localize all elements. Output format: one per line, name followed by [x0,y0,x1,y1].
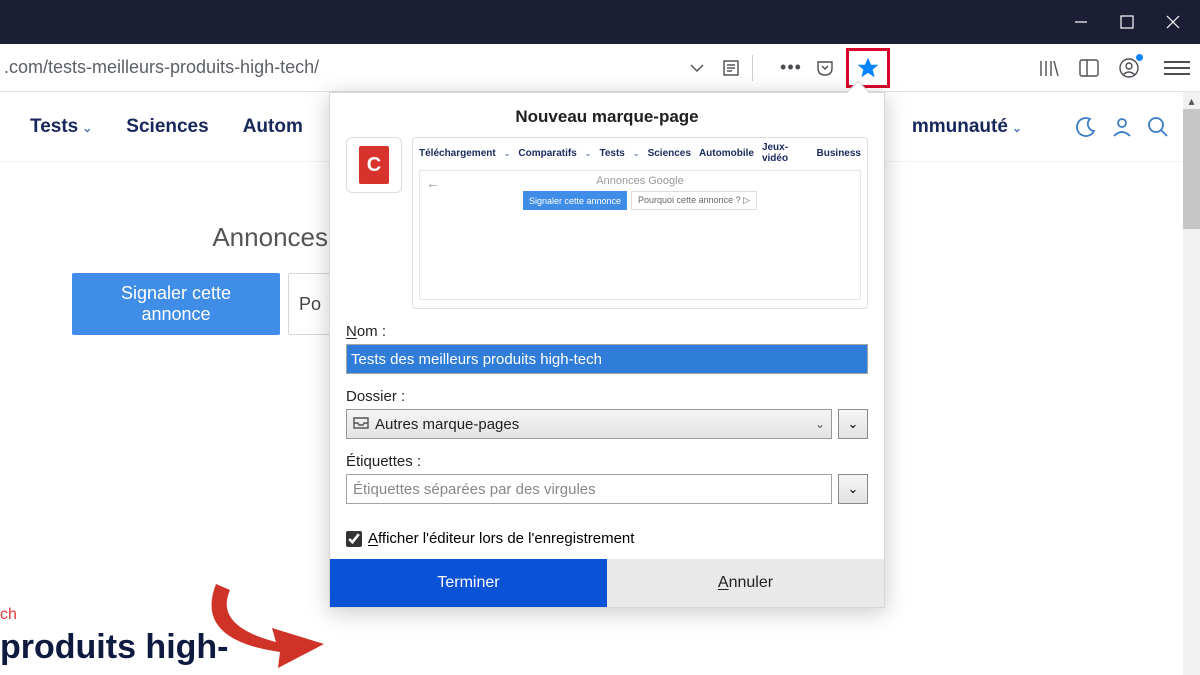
show-editor-checkbox[interactable] [346,531,362,547]
chevron-down-icon: ⌄ [815,417,825,431]
dark-mode-icon[interactable] [1074,115,1098,139]
back-arrow-icon: ← [426,175,440,191]
search-icon[interactable] [1146,115,1170,139]
inbox-icon [353,416,369,433]
why-ad-button[interactable]: Po [288,273,330,335]
menu-icon[interactable] [1164,55,1190,81]
done-button[interactable]: Terminer [330,559,607,607]
tags-expand-button[interactable]: ⌄ [838,474,868,504]
scrollbar-thumb[interactable] [1183,109,1200,229]
browser-toolbar: .com/tests-meilleurs-produits-high-tech/… [0,44,1200,92]
report-ad-button[interactable]: Signaler cette annonce [72,273,280,335]
chevron-down-icon: ⌄ [82,121,92,135]
bookmark-folder-select[interactable]: Autres marque-pages ⌄ [346,409,832,439]
preview-report-ad: Signaler cette annonce [523,191,627,210]
show-editor-label: Afficher l'éditeur lors de l'enregistrem… [368,530,634,547]
scroll-up-arrow[interactable]: ▴ [1183,92,1200,109]
user-icon[interactable] [1110,115,1134,139]
account-icon[interactable] [1116,55,1142,81]
library-icon[interactable] [1036,55,1062,81]
bookmark-tags-label: Étiquettes : [346,453,868,470]
page-preview: Téléchargement⌄ Comparatifs⌄ Tests⌄ Scie… [412,137,868,309]
article-category: ch [0,606,229,624]
reader-view-icon[interactable] [718,55,744,81]
preview-why-ad: Pourquoi cette annonce ? ▷ [631,191,757,210]
nav-utility-icons [1074,115,1170,139]
article-snippet: ch produits high- [0,606,229,667]
bookmark-name-label: Nom : [346,323,868,340]
ad-block: Annonces Signaler cette annonce Po [0,222,330,335]
url-text: .com/tests-meilleurs-produits-high-tech/ [4,57,319,78]
popup-title: Nouveau marque-page [330,93,884,137]
cancel-button[interactable]: Annuler [607,559,884,607]
bookmark-tags-input[interactable]: Étiquettes séparées par des virgules [346,474,832,504]
annotation-arrow [206,584,336,674]
nav-item-sciences[interactable]: Sciences [126,116,208,138]
popup-button-row: Terminer Annuler [330,559,884,607]
article-heading: produits high- [0,628,229,667]
bookmark-folder-label: Dossier : [346,388,868,405]
site-favicon: C [346,137,402,193]
bookmark-form: Nom : Tests des meilleurs produits high-… [330,323,884,530]
bookmark-preview: C Téléchargement⌄ Comparatifs⌄ Tests⌄ Sc… [330,137,884,323]
bookmark-popup: Nouveau marque-page C Téléchargement⌄ Co… [329,92,885,608]
minimize-button[interactable] [1058,0,1104,44]
folder-expand-button[interactable]: ⌄ [838,409,868,439]
notification-dot [1136,54,1143,61]
sidebar-icon[interactable] [1076,55,1102,81]
bookmark-name-input[interactable]: Tests des meilleurs produits high-tech [346,344,868,374]
nav-item-automobile[interactable]: Autom [243,116,303,138]
ad-label: Annonces [0,222,330,253]
page-actions-icon[interactable]: ••• [778,55,804,81]
window-titlebar [0,0,1200,44]
vertical-scrollbar[interactable]: ▴ [1183,92,1200,675]
nav-item-tests[interactable]: Tests⌄ [30,116,92,138]
bookmark-star-icon[interactable] [846,48,890,88]
nav-item-communaute[interactable]: mmunauté⌄ [912,116,1022,138]
pocket-icon[interactable] [812,55,838,81]
maximize-button[interactable] [1104,0,1150,44]
browser-right-toolbar [1036,44,1190,91]
chevron-down-icon[interactable] [684,55,710,81]
chevron-down-icon: ⌄ [1012,121,1022,135]
close-window-button[interactable] [1150,0,1196,44]
